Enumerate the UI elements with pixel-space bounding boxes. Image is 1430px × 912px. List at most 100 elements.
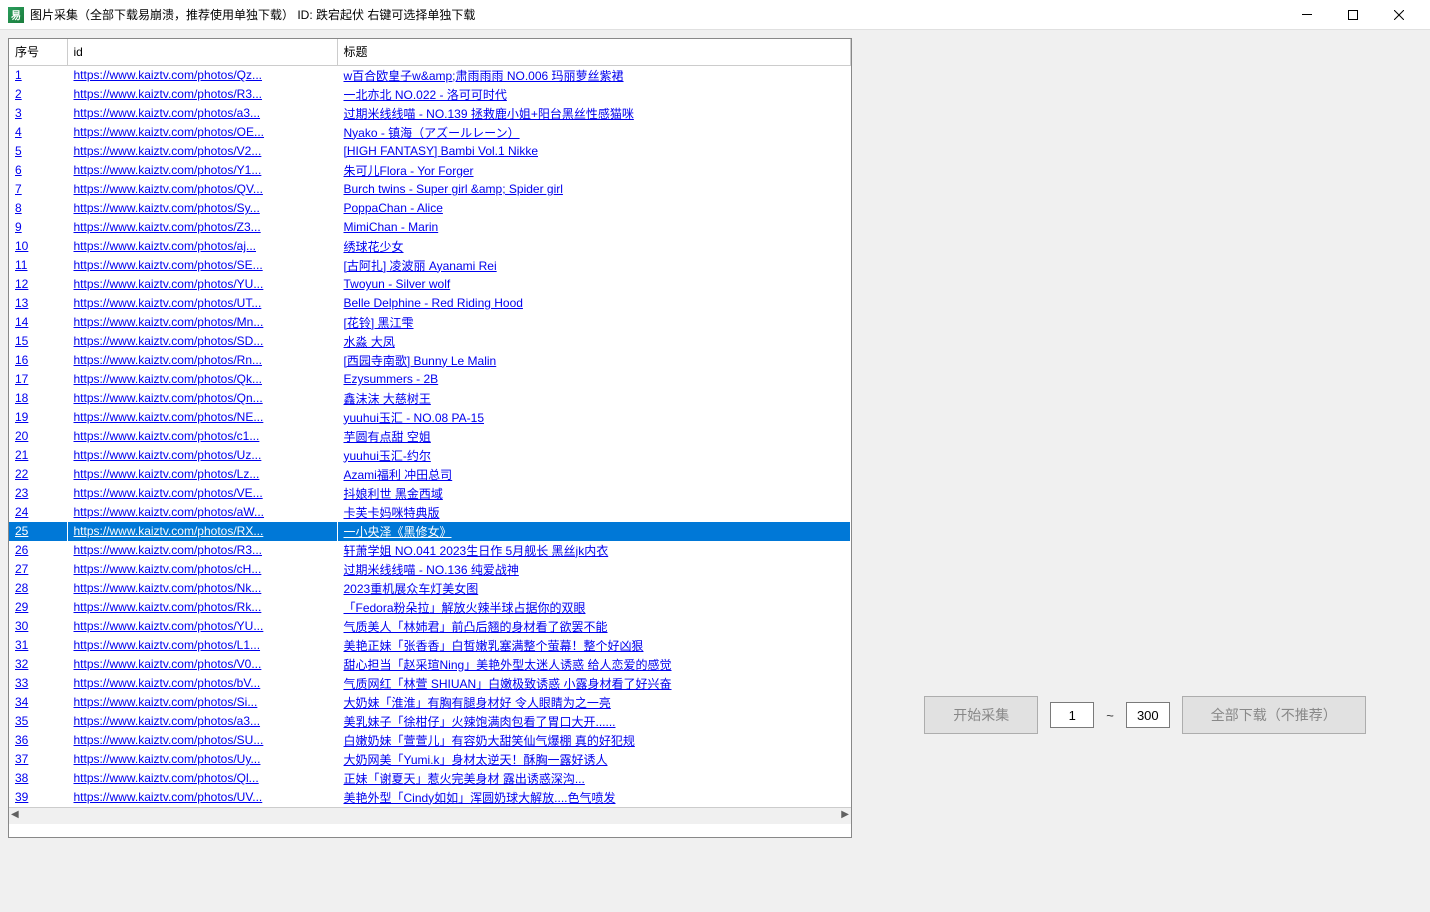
cell-seq[interactable]: 38	[15, 771, 28, 785]
cell-id-link[interactable]: https://www.kaiztv.com/photos/SU...	[74, 733, 264, 747]
cell-id-link[interactable]: https://www.kaiztv.com/photos/OE...	[74, 125, 265, 139]
table-row[interactable]: 21https://www.kaiztv.com/photos/Uz...yuu…	[9, 446, 851, 465]
table-row[interactable]: 37https://www.kaiztv.com/photos/Uy...大奶网…	[9, 750, 851, 769]
table-row[interactable]: 24https://www.kaiztv.com/photos/aW...卡芙卡…	[9, 503, 851, 522]
cell-id-link[interactable]: https://www.kaiztv.com/photos/a3...	[74, 106, 261, 120]
header-id[interactable]: id	[67, 39, 337, 65]
minimize-button[interactable]	[1284, 0, 1330, 30]
cell-seq[interactable]: 15	[15, 334, 28, 348]
cell-id-link[interactable]: https://www.kaiztv.com/photos/aW...	[74, 505, 265, 519]
cell-id-link[interactable]: https://www.kaiztv.com/photos/YU...	[74, 277, 264, 291]
cell-seq[interactable]: 17	[15, 372, 28, 386]
table-row[interactable]: 15 https://www.kaiztv.com/photos/SD... 水淼 …	[9, 332, 851, 351]
cell-title-link[interactable]: Azami福利 冲田总司	[344, 468, 453, 482]
cell-id-link[interactable]: https://www.kaiztv.com/photos/UV...	[74, 790, 263, 804]
table-row[interactable]: 17https://www.kaiztv.com/photos/Qk...Ezy…	[9, 370, 851, 389]
cell-title-link[interactable]: 过期米线线喵 - NO.139 拯救鹿小姐+阳台黑丝性感猫咪	[344, 107, 634, 121]
cell-title-link[interactable]: 芋圆有点甜 空姐	[344, 430, 431, 444]
table-row[interactable]: 19https://www.kaiztv.com/photos/NE...yuu…	[9, 408, 851, 427]
cell-title-link[interactable]: [HIGH FANTASY] Bambi Vol.1 Nikke	[344, 144, 539, 158]
cell-title-link[interactable]: 甜心担当「赵采瑄Ning」美艳外型太迷人诱惑 给人恋爱的感觉	[344, 658, 672, 672]
range-to-input[interactable]	[1126, 702, 1170, 728]
cell-title-link[interactable]: 轩萧学姐 NO.041 2023生日作 5月舰长 黑丝jk内衣	[344, 544, 609, 558]
cell-title-link[interactable]: 抖娘利世 黑金西域	[344, 487, 443, 501]
cell-id-link[interactable]: https://www.kaiztv.com/photos/R3...	[74, 87, 263, 101]
header-seq[interactable]: 序号	[9, 39, 67, 65]
cell-id-link[interactable]: https://www.kaiztv.com/photos/Uz...	[74, 448, 262, 462]
cell-id-link[interactable]: https://www.kaiztv.com/photos/c1...	[74, 429, 260, 443]
table-row[interactable]: 7https://www.kaiztv.com/photos/QV...Burc…	[9, 180, 851, 199]
cell-seq[interactable]: 33	[15, 676, 28, 690]
cell-title-link[interactable]: w百合欧皇子w&amp;肃雨雨雨 NO.006 玛丽萝丝紫裙	[344, 69, 624, 83]
cell-seq[interactable]: 20	[15, 429, 28, 443]
cell-id-link[interactable]: https://www.kaiztv.com/photos/SE...	[74, 258, 263, 272]
cell-title-link[interactable]: 大奶网美「Yumi.k」身材太逆天！酥胸一露好诱人	[344, 753, 608, 767]
cell-seq[interactable]: 18	[15, 391, 28, 405]
table-row[interactable]: 10https://www.kaiztv.com/photos/aj...绣球花…	[9, 237, 851, 256]
table-row[interactable]: 16 https://www.kaiztv.com/photos/Rn... [西园…	[9, 351, 851, 370]
cell-id-link[interactable]: https://www.kaiztv.com/photos/Rn...	[74, 353, 263, 367]
maximize-button[interactable]	[1330, 0, 1376, 30]
table-row[interactable]: 2https://www.kaiztv.com/photos/R3...一北亦北…	[9, 85, 851, 104]
cell-id-link[interactable]: https://www.kaiztv.com/photos/Lz...	[74, 467, 260, 481]
cell-seq[interactable]: 23	[15, 486, 28, 500]
cell-title-link[interactable]: 水淼 大凤	[344, 335, 395, 349]
cell-seq[interactable]: 37	[15, 752, 28, 766]
cell-seq[interactable]: 28	[15, 581, 28, 595]
start-collect-button[interactable]: 开始采集	[924, 696, 1038, 734]
cell-id-link[interactable]: https://www.kaiztv.com/photos/YU...	[74, 619, 264, 633]
cell-title-link[interactable]: 绣球花少女	[344, 240, 404, 254]
table-row[interactable]: 5https://www.kaiztv.com/photos/V2...[HIG…	[9, 142, 851, 161]
table-row[interactable]: 39https://www.kaiztv.com/photos/UV...美艳外…	[9, 788, 851, 807]
cell-title-link[interactable]: 美艳外型「Cindy如如」浑圆奶球大解放....色气喷发	[344, 791, 616, 805]
cell-id-link[interactable]: https://www.kaiztv.com/photos/V0...	[74, 657, 262, 671]
cell-id-link[interactable]: https://www.kaiztv.com/photos/Qz...	[74, 68, 263, 82]
cell-title-link[interactable]: Burch twins - Super girl &amp; Spider gi…	[344, 182, 563, 196]
cell-id-link[interactable]: https://www.kaiztv.com/photos/R3...	[74, 543, 263, 557]
table-row[interactable]: 23 https://www.kaiztv.com/photos/VE... 抖娘利…	[9, 484, 851, 503]
cell-seq[interactable]: 35	[15, 714, 28, 728]
cell-title-link[interactable]: 过期米线线喵 - NO.136 纯爱战神	[344, 563, 519, 577]
cell-title-link[interactable]: 美乳妹子「徐柑仔」火辣饱满肉包看了胃口大开......	[344, 715, 616, 729]
table-row[interactable]: 38https://www.kaiztv.com/photos/Ql...正妹「…	[9, 769, 851, 788]
cell-title-link[interactable]: 正妹「谢夏天」惹火完美身材 露出诱惑深沟...	[344, 772, 585, 786]
cell-seq[interactable]: 14	[15, 315, 28, 329]
cell-seq[interactable]: 6	[15, 163, 22, 177]
table-row[interactable]: 20 https://www.kaiztv.com/photos/c1... 芋圆有…	[9, 427, 851, 446]
cell-title-link[interactable]: [西园寺南歌] Bunny Le Malin	[344, 354, 497, 368]
cell-id-link[interactable]: https://www.kaiztv.com/photos/NE...	[74, 410, 264, 424]
table-row[interactable]: 30https://www.kaiztv.com/photos/YU...气质美…	[9, 617, 851, 636]
cell-id-link[interactable]: https://www.kaiztv.com/photos/aj...	[74, 239, 257, 253]
table-row[interactable]: 3https://www.kaiztv.com/photos/a3...过期米线…	[9, 104, 851, 123]
cell-title-link[interactable]: [花铃] 黑江雫	[344, 316, 414, 330]
cell-seq[interactable]: 16	[15, 353, 28, 367]
cell-seq[interactable]: 11	[15, 258, 27, 272]
cell-id-link[interactable]: https://www.kaiztv.com/photos/cH...	[74, 562, 262, 576]
cell-title-link[interactable]: 大奶妹「淮淮」有胸有腿身材好 令人眼睛为之一亮	[344, 696, 611, 710]
table-row[interactable]: 4https://www.kaiztv.com/photos/OE...Nyak…	[9, 123, 851, 142]
cell-id-link[interactable]: https://www.kaiztv.com/photos/Nk...	[74, 581, 262, 595]
cell-id-link[interactable]: https://www.kaiztv.com/photos/Rk...	[74, 600, 262, 614]
cell-id-link[interactable]: https://www.kaiztv.com/photos/Si...	[74, 695, 258, 709]
cell-title-link[interactable]: 白嫩奶妹「萱萱儿」有容奶大甜笑仙气爆棚 真的好犯规	[344, 734, 635, 748]
cell-seq[interactable]: 8	[15, 201, 22, 215]
table-row[interactable]: 32 https://www.kaiztv.com/photos/V0... 甜心担…	[9, 655, 851, 674]
cell-seq[interactable]: 31	[15, 638, 28, 652]
cell-title-link[interactable]: 美艳正妹「张香香」白皙嫩乳塞满整个萤幕！整个好凶狠	[344, 639, 644, 653]
cell-title-link[interactable]: 「Fedora粉朵拉」解放火辣半球占据你的双眼	[344, 601, 586, 615]
download-all-button[interactable]: 全部下载（不推荐）	[1182, 696, 1366, 734]
table-row[interactable]: 18https://www.kaiztv.com/photos/Qn...鑫沫沫…	[9, 389, 851, 408]
cell-id-link[interactable]: https://www.kaiztv.com/photos/Qn...	[74, 391, 263, 405]
cell-title-link[interactable]: Belle Delphine - Red Riding Hood	[344, 296, 523, 310]
cell-seq[interactable]: 34	[15, 695, 28, 709]
cell-title-link[interactable]: yuuhui玉汇 - NO.08 PA-15	[344, 411, 485, 425]
cell-seq[interactable]: 32	[15, 657, 28, 671]
cell-title-link[interactable]: 卡芙卡妈咪特典版	[344, 506, 440, 520]
cell-title-link[interactable]: [古阿扎] 凌波丽 Ayanami Rei	[344, 259, 497, 273]
cell-id-link[interactable]: https://www.kaiztv.com/photos/VE...	[74, 486, 263, 500]
cell-id-link[interactable]: https://www.kaiztv.com/photos/bV...	[74, 676, 261, 690]
table-row[interactable]: 22 https://www.kaiztv.com/photos/Lz... Aza…	[9, 465, 851, 484]
cell-seq[interactable]: 22	[15, 467, 28, 481]
cell-seq[interactable]: 4	[15, 125, 22, 139]
cell-id-link[interactable]: https://www.kaiztv.com/photos/SD...	[74, 334, 264, 348]
